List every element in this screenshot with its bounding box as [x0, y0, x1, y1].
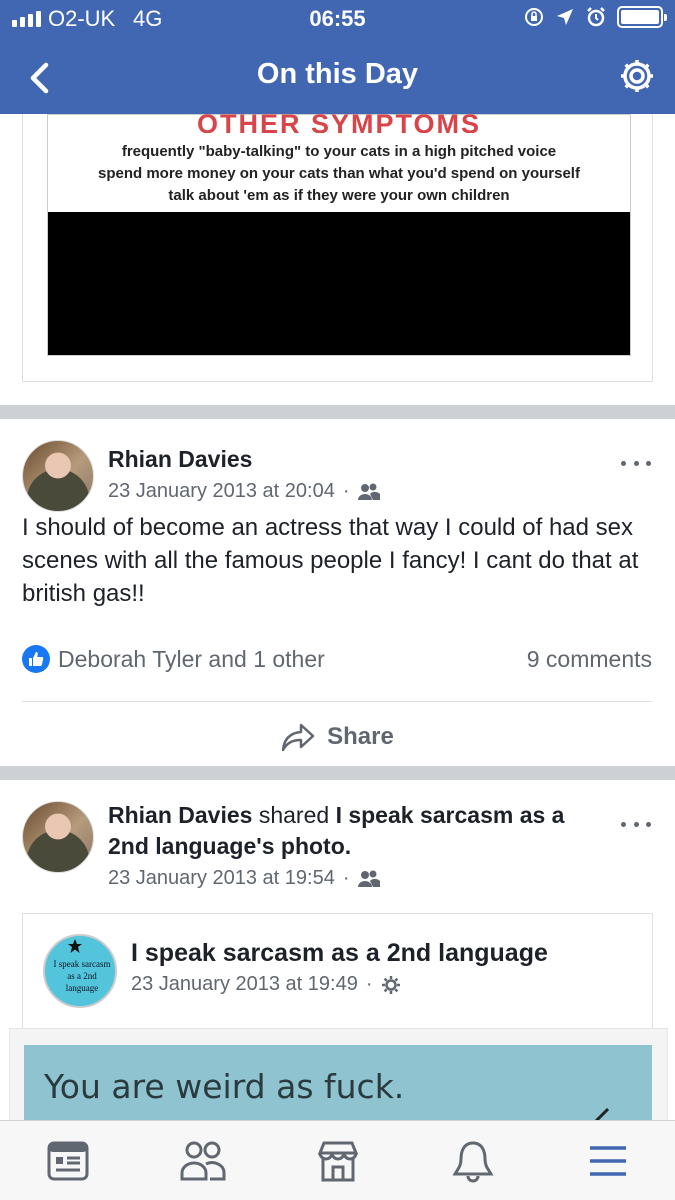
post-text: I should of become an actress that way I… [22, 514, 639, 607]
memory-image-dark-area [48, 212, 630, 355]
shared-post-meta: 23 January 2013 at 19:49 · [131, 973, 401, 996]
bottom-tab-bar [0, 1120, 675, 1200]
memory-image-line: frequently "baby-talking" to your cats i… [121, 143, 557, 160]
post-options-button[interactable] [621, 814, 651, 834]
shared-page-name[interactable]: I speak sarcasm as a 2nd language [131, 939, 548, 968]
settings-button[interactable] [617, 56, 657, 96]
gear-icon [621, 60, 653, 92]
shared-photo-text: You are weird as fuck. [44, 1067, 405, 1106]
memory-image-line: spend more money on your cats than what … [98, 165, 580, 182]
pen-stroke [594, 1107, 610, 1120]
section-divider [0, 405, 675, 419]
avatar[interactable] [22, 440, 94, 512]
tab-news-feed[interactable] [28, 1126, 108, 1196]
reactions-row: Deborah Tyler and 1 other 9 comments [22, 645, 652, 673]
likes-summary[interactable]: Deborah Tyler and 1 other [22, 645, 325, 673]
post-meta: 23 January 2013 at 20:04 · [108, 480, 380, 503]
share-label: Share [327, 723, 394, 750]
tab-marketplace[interactable] [298, 1126, 378, 1196]
likes-text: Deborah Tyler and 1 other [58, 645, 325, 672]
memory-image[interactable]: OTHER SYMPTOMS frequently "baby-talking"… [47, 114, 631, 356]
rotation-lock-icon [525, 8, 543, 26]
page-avatar-text: I speak sarcasm as a 2nd language [53, 959, 111, 993]
meta-separator: · [365, 973, 373, 995]
comments-count[interactable]: 9 comments [527, 646, 652, 673]
menu-icon [589, 1145, 626, 1176]
friends-icon [357, 483, 380, 500]
meta-separator: · [342, 867, 350, 889]
memory-card: OTHER SYMPTOMS frequently "baby-talking"… [22, 114, 653, 382]
shared-photo-content: You are weird as fuck. [24, 1045, 652, 1120]
page-avatar[interactable]: I speak sarcasm as a 2nd language [43, 934, 117, 1008]
memory-image-heading: OTHER SYMPTOMS [196, 114, 482, 133]
battery-icon [617, 6, 667, 28]
status-icons [523, 6, 667, 28]
shared-suffix: 's photo. [256, 833, 352, 859]
bell-icon [452, 1140, 493, 1182]
share-icon [281, 723, 315, 752]
post-card: Rhian Davies 23 January 2013 at 20:04 · … [0, 419, 675, 766]
status-bar: O2-UK 4G 06:55 [0, 0, 675, 38]
memory-image-line: talk about 'em as if they were your own … [168, 187, 510, 204]
shared-word: shared [258, 802, 330, 828]
star-icon [68, 939, 82, 953]
post-header-text: Rhian Davies shared I speak sarcasm as a… [108, 800, 608, 862]
meta-separator: · [342, 480, 350, 502]
feed[interactable]: OTHER SYMPTOMS frequently "baby-talking"… [0, 114, 675, 1120]
post-options-button[interactable] [621, 453, 651, 473]
news-feed-icon [47, 1141, 88, 1180]
post-meta: 23 January 2013 at 19:54 · [108, 867, 380, 890]
section-divider [0, 766, 675, 780]
shared-photo[interactable]: You are weird as fuck. [9, 1028, 668, 1120]
marketplace-icon [317, 1141, 358, 1181]
share-button[interactable]: Share [0, 722, 675, 752]
top-bar: O2-UK 4G 06:55 On this Day [0, 0, 675, 114]
friends-icon [357, 870, 380, 887]
shared-post-timestamp[interactable]: 23 January 2013 at 19:49 [131, 973, 358, 996]
like-icon [22, 645, 50, 673]
shared-post-card[interactable]: I speak sarcasm as a 2nd language I spea… [9, 913, 668, 1120]
friends-icon [180, 1141, 225, 1180]
location-icon [557, 9, 573, 25]
post-author[interactable]: Rhian Davies [108, 444, 252, 475]
post-author[interactable]: Rhian Davies [108, 802, 252, 828]
avatar[interactable] [22, 801, 94, 873]
post-timestamp[interactable]: 23 January 2013 at 20:04 [108, 480, 335, 503]
post-timestamp[interactable]: 23 January 2013 at 19:54 [108, 867, 335, 890]
divider-line [22, 701, 652, 702]
tab-menu[interactable] [568, 1126, 648, 1196]
page-title: On this Day [256, 58, 419, 90]
tab-notifications[interactable] [433, 1126, 513, 1196]
post-card: Rhian Davies shared I speak sarcasm as a… [0, 780, 675, 1120]
gear-icon [381, 975, 400, 994]
alarm-icon [587, 7, 605, 27]
tab-friends[interactable] [163, 1126, 243, 1196]
